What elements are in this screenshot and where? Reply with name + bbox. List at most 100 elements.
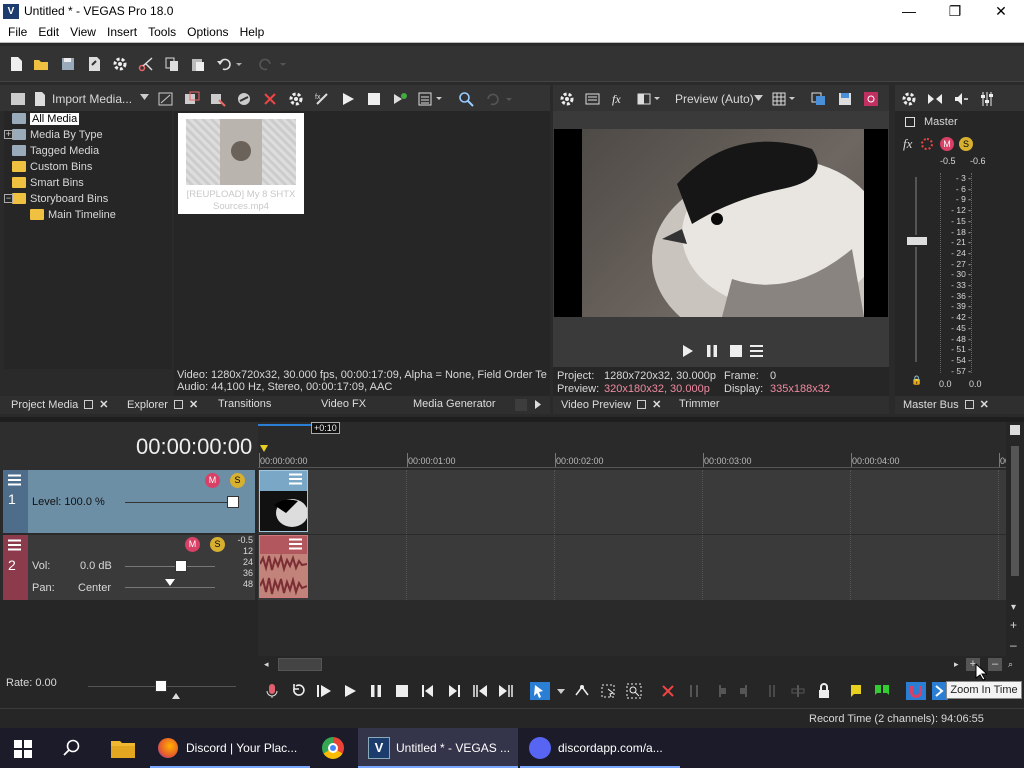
get-media-web-icon[interactable]	[184, 91, 200, 107]
video-fx-icon[interactable]: fx	[611, 91, 627, 107]
preview-play-icon[interactable]	[682, 344, 694, 358]
master-fader-handle[interactable]	[905, 235, 929, 247]
audio-mute-icon[interactable]: M	[185, 537, 200, 552]
preview-properties-gear-icon[interactable]	[559, 91, 575, 107]
tab-video-fx[interactable]: Video FX	[321, 398, 366, 410]
zoom-tool-icon[interactable]	[626, 683, 642, 699]
scroll-right-icon[interactable]: ▸	[954, 659, 959, 670]
master-select-checkbox[interactable]	[905, 117, 915, 127]
media-fx-plugin-icon[interactable]: fx	[314, 91, 330, 107]
media-views-icon[interactable]	[10, 91, 26, 107]
video-event-menu-icon[interactable]	[289, 473, 302, 485]
track-list-toggle-icon[interactable]	[1010, 425, 1020, 435]
remove-media-icon[interactable]	[262, 91, 278, 107]
new-file-icon[interactable]	[9, 56, 25, 72]
next-frame-icon[interactable]	[498, 683, 514, 699]
preview-stop-icon[interactable]	[730, 344, 742, 358]
preview-pause-icon[interactable]	[706, 344, 718, 358]
search-media-icon[interactable]	[458, 91, 474, 107]
import-media-icon[interactable]	[32, 91, 48, 107]
save-icon[interactable]	[60, 56, 76, 72]
audio-solo-icon[interactable]: S	[210, 537, 225, 552]
undo-icon[interactable]	[216, 56, 242, 72]
preview-quality-dropdown[interactable]: Preview (Auto)	[675, 92, 754, 106]
loop-region-bar[interactable]	[258, 424, 311, 434]
preview-menu-icon[interactable]	[750, 344, 763, 358]
go-to-end-icon[interactable]	[446, 683, 462, 699]
file-explorer-icon[interactable]	[110, 737, 136, 759]
timeline-horizontal-scrollbar[interactable]: ◂ ▸ + – ⌕	[258, 656, 1024, 673]
stop-icon[interactable]	[394, 683, 410, 699]
tree-item-main-timeline[interactable]: Main Timeline	[30, 209, 116, 224]
tab-next-arrow-icon[interactable]	[535, 400, 541, 409]
video-solo-icon[interactable]: S	[230, 473, 245, 488]
snapping-magnet-icon[interactable]	[906, 682, 926, 700]
pause-icon[interactable]	[368, 683, 384, 699]
close-button[interactable]: ✕	[978, 0, 1024, 23]
copy-icon[interactable]	[164, 56, 180, 72]
menu-tools[interactable]: Tools	[140, 23, 176, 39]
timeline-vertical-scrollbar[interactable]: ▾ + –	[1006, 422, 1024, 656]
master-fx-icon[interactable]: fx	[903, 136, 912, 152]
zoom-out-time-button[interactable]: –	[988, 658, 1002, 671]
preview-device-icon[interactable]	[585, 91, 601, 107]
audio-pan-slider-handle[interactable]	[165, 579, 175, 586]
selection-tool-icon[interactable]	[600, 683, 616, 699]
taskbar-vegas[interactable]: V Untitled * - VEGAS ...	[358, 728, 518, 768]
media-thumbnail[interactable]: [REUPLOAD] My 8 SHTX Sources.mp4	[178, 113, 304, 214]
open-folder-icon[interactable]	[33, 56, 49, 72]
master-mute-icon[interactable]: M	[940, 137, 954, 151]
video-track-header[interactable]: 1 Level: 100.0 % M S	[3, 470, 255, 533]
tree-item-smart-bins[interactable]: Smart Bins	[12, 177, 84, 192]
copy-snapshot-icon[interactable]	[811, 91, 827, 107]
maximize-button[interactable]: ❐	[932, 0, 978, 23]
track-lanes[interactable]	[258, 470, 1006, 600]
zoom-magnifier-icon[interactable]: ⌕	[1008, 659, 1013, 670]
insert-marker-icon[interactable]	[848, 683, 864, 699]
horizontal-scroll-thumb[interactable]	[278, 658, 322, 671]
cut-icon[interactable]	[138, 56, 154, 72]
tab-media-generator[interactable]: Media Generator	[413, 398, 496, 410]
video-level-slider-handle[interactable]	[227, 496, 239, 508]
video-event-clip[interactable]	[259, 470, 308, 532]
video-track-menu-icon[interactable]	[8, 474, 21, 486]
auto-preview-icon[interactable]	[392, 91, 408, 107]
delete-icon[interactable]	[660, 683, 676, 699]
media-properties-gear-icon[interactable]	[288, 91, 304, 107]
rate-slider-handle[interactable]	[155, 680, 167, 692]
audio-track-header[interactable]: 2 M S Vol: 0.0 dB Pan: Center -0.5 12 24 36…	[3, 535, 255, 600]
windows-start-icon[interactable]	[14, 740, 32, 758]
tree-item-storyboard-bins[interactable]: − Storyboard Bins	[4, 193, 108, 208]
master-solo-icon[interactable]: S	[959, 137, 973, 151]
menu-file[interactable]: File	[0, 23, 27, 39]
menu-options[interactable]: Options	[179, 23, 228, 39]
mixer-sliders-icon[interactable]	[979, 91, 995, 107]
normal-edit-tool-icon[interactable]	[530, 682, 550, 700]
tab-explorer[interactable]: Explorer ✕	[127, 398, 198, 411]
audio-event-menu-icon[interactable]	[289, 538, 302, 550]
audio-vol-slider-handle[interactable]	[175, 560, 187, 572]
loop-playback-icon[interactable]	[290, 683, 306, 699]
tab-video-preview[interactable]: Video Preview ✕	[561, 398, 661, 411]
tab-project-media[interactable]: Project Media ✕	[11, 398, 108, 411]
video-scopes-icon[interactable]	[863, 91, 879, 107]
preview-quality-chevron-icon[interactable]	[754, 95, 763, 101]
zoom-in-tracks-icon[interactable]: +	[1010, 618, 1017, 632]
envelope-tool-icon[interactable]	[574, 683, 590, 699]
zoom-out-tracks-icon[interactable]: –	[1010, 638, 1017, 652]
tree-item-all-media[interactable]: All Media	[12, 113, 80, 128]
downmix-icon[interactable]	[927, 91, 943, 107]
properties-gear-icon[interactable]	[112, 56, 128, 72]
start-preview-icon[interactable]	[340, 91, 356, 107]
marker-icon[interactable]	[260, 445, 268, 452]
master-automation-icon[interactable]	[921, 138, 933, 150]
vertical-scroll-thumb[interactable]	[1011, 446, 1019, 576]
play-from-start-icon[interactable]	[316, 683, 332, 699]
tree-item-tagged-media[interactable]: Tagged Media	[12, 145, 99, 160]
video-mute-icon[interactable]: M	[205, 473, 220, 488]
lock-icon[interactable]	[816, 683, 832, 699]
render-as-icon[interactable]	[86, 56, 102, 72]
tab-trimmer[interactable]: Trimmer	[679, 398, 720, 410]
taskbar-discord-firefox[interactable]: Discord | Your Plac...	[150, 728, 310, 768]
record-icon[interactable]	[264, 683, 280, 699]
